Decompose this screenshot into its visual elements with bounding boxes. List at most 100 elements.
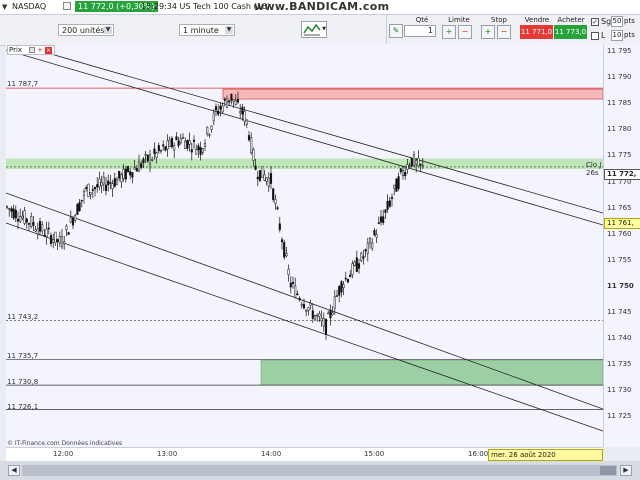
candle-body <box>415 160 418 165</box>
scroll-track[interactable] <box>22 465 617 476</box>
candle-body <box>401 170 405 176</box>
bid-price-tag: 11 761, <box>604 218 640 229</box>
candle-body <box>388 200 391 207</box>
candle-body <box>393 184 396 189</box>
candle-body <box>276 207 279 210</box>
price-tick: 11 785 <box>607 99 632 108</box>
tool-icon[interactable] <box>29 47 35 53</box>
menu-dropdown-icon[interactable]: ▼ <box>2 3 7 11</box>
chevron-down-icon[interactable]: ▼ <box>225 26 233 34</box>
candle-body <box>27 223 31 225</box>
chevron-down-icon[interactable]: ▼ <box>104 26 112 34</box>
candle-body <box>118 170 121 179</box>
candle-body <box>25 218 28 223</box>
candle-body <box>179 138 182 144</box>
candle-body <box>32 222 35 226</box>
sg-size-input[interactable]: 50 <box>611 16 623 27</box>
chart-type-button[interactable]: ▼ <box>301 21 327 38</box>
symbol-name: NASDAQ <box>12 2 47 11</box>
candle-body <box>49 235 53 244</box>
price-tick: 11 750 <box>607 281 634 290</box>
candle-body <box>382 216 385 223</box>
interval-select[interactable]: 1 minute ▼ <box>179 24 235 36</box>
data-credit: © IT-Finance.com Données indicatives <box>7 440 123 447</box>
level-label-1: 11 787,7 <box>7 80 39 88</box>
candle-body <box>412 154 416 166</box>
candle-body <box>349 274 352 278</box>
candle-body <box>379 216 383 223</box>
sg-unit: pts <box>624 17 635 25</box>
limit-header: Limite <box>448 16 470 24</box>
candle-body <box>186 139 189 149</box>
candle-body <box>309 303 312 306</box>
instrument-time: 15:29:34 US Tech 100 Cash (16) <box>141 2 270 11</box>
edit-order-button[interactable]: ✎ <box>389 24 403 38</box>
price-tag-label: Prix <box>9 46 23 54</box>
candle-body <box>324 318 328 335</box>
candle-body <box>65 225 68 230</box>
close-icon[interactable]: × <box>45 47 52 54</box>
stop-buy-button[interactable]: + <box>481 25 495 39</box>
candle-body <box>184 140 187 150</box>
demand-zone <box>260 359 603 386</box>
price-tick: 11 760 <box>607 229 632 238</box>
candle-body <box>245 119 248 125</box>
candle-body <box>208 134 211 136</box>
add-indicator-icon[interactable]: + <box>37 46 43 54</box>
candle-body <box>408 165 411 168</box>
candle-body <box>364 249 367 252</box>
sell-button[interactable]: 11 771,0 <box>520 25 553 39</box>
sg-checkbox[interactable]: ✓ <box>591 18 599 26</box>
candle-body <box>223 98 226 101</box>
candle-body <box>313 315 317 320</box>
quantity-input[interactable]: 1 <box>404 25 436 37</box>
level-label-5: 11 726,1 <box>7 403 39 411</box>
candle-body <box>190 149 193 153</box>
l-checkbox[interactable] <box>591 32 599 40</box>
candle-body <box>131 172 134 178</box>
candle-body <box>252 149 255 161</box>
time-tick: 16:00 <box>468 450 489 458</box>
price-chart[interactable]: Prix + × 11 787,7 11 743,2 11 735,7 11 7… <box>6 45 603 447</box>
restore-icon[interactable] <box>63 2 71 10</box>
candle-body <box>67 232 70 235</box>
candle-body <box>113 178 116 187</box>
scroll-thumb[interactable] <box>600 466 616 475</box>
candle-body <box>283 242 286 258</box>
limit-buy-button[interactable]: + <box>442 25 456 39</box>
candle-body <box>168 139 171 147</box>
candle-body <box>63 241 66 245</box>
candle-body <box>377 222 380 224</box>
l-size-input[interactable]: 10 <box>611 30 623 41</box>
candle-body <box>212 112 215 122</box>
candle-body <box>192 139 196 142</box>
candle-body <box>100 182 103 186</box>
candle-body <box>353 261 356 266</box>
price-axis[interactable]: 11 795 11 790 11 785 11 780 11 775 11 770 11 7… <box>603 45 640 447</box>
candle-body <box>166 140 169 150</box>
candle-body <box>124 168 127 180</box>
level-label-3: 11 735,7 <box>7 352 39 360</box>
candle-body <box>76 204 79 215</box>
scroll-left-arrow-icon[interactable]: ◀ <box>8 465 20 476</box>
candle-body <box>274 199 277 204</box>
stop-sell-button[interactable]: − <box>497 25 511 39</box>
candle-body <box>56 239 59 242</box>
buy-button[interactable]: 11 773,0 <box>554 25 587 39</box>
candle-body <box>254 165 257 170</box>
units-select[interactable]: 200 unités ▼ <box>58 24 114 36</box>
candle-body <box>285 253 288 256</box>
candle-body <box>111 183 114 189</box>
limit-sell-button[interactable]: − <box>458 25 472 39</box>
candle-body <box>368 238 372 243</box>
candle-body <box>71 217 75 226</box>
candle-body <box>351 263 354 276</box>
current-price-tag: 11 772, <box>604 169 640 180</box>
candle-body <box>357 263 361 269</box>
candle-body <box>241 106 244 115</box>
candle-body <box>366 242 369 254</box>
scroll-right-arrow-icon[interactable]: ▶ <box>620 465 632 476</box>
candle-body <box>333 296 336 309</box>
candle-body <box>395 178 398 192</box>
candle-body <box>404 171 407 177</box>
